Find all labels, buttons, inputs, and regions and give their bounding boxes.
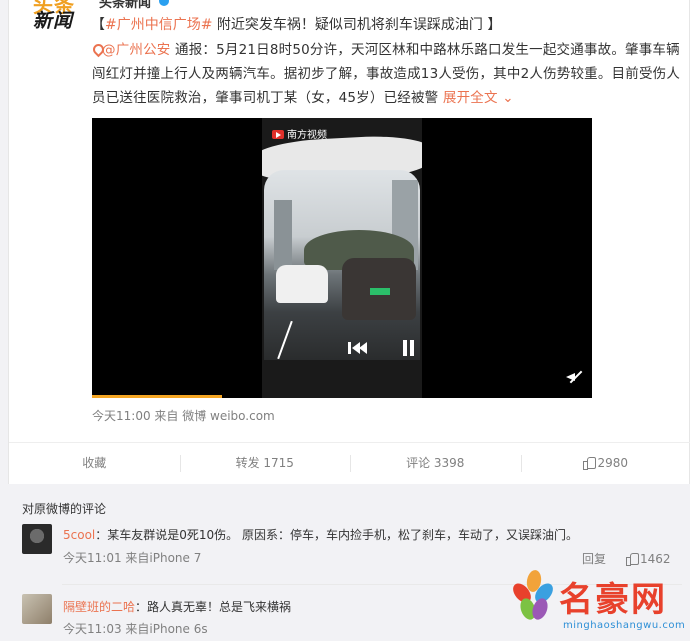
comment-like-button[interactable]: 1462 [626, 552, 671, 566]
comment-line: 5cool：某车友群说是0死10伤。 原因系：停车，车内捡手机，松了刹车，车动了… [63, 526, 578, 543]
comment-meta: 今天11:01 来自iPhone 7 [63, 551, 202, 565]
watermark-url: minghaoshangwu.com [563, 620, 686, 631]
mute-icon[interactable] [566, 370, 582, 384]
previous-icon[interactable] [348, 340, 368, 356]
logo-line2: 新闻 [33, 10, 74, 32]
collect-button[interactable]: 收藏 [9, 443, 180, 484]
license-plate [370, 288, 390, 295]
topic-link[interactable]: #广州中信广场# [105, 17, 212, 33]
white-car [276, 265, 328, 303]
author-name[interactable]: 头条新闻 [99, 0, 151, 11]
avatar[interactable] [22, 594, 52, 624]
video-brand: 南方视频 [272, 126, 327, 141]
location-pin-icon [92, 43, 101, 54]
comment-user[interactable]: 5cool [63, 528, 95, 542]
post-headline: 【#广州中信广场# 附近突发车祸！疑似司机将刹车误踩成油门 】 [91, 14, 501, 34]
expand-full-text-link[interactable]: 展开全文 ⌄ [443, 90, 514, 106]
road-line [277, 320, 293, 360]
comment-line: 隔壁班的二哈：路人真无辜！总是飞来横祸 [63, 598, 291, 615]
headline-close: 】 [482, 17, 502, 33]
watermark: 名豪网 minghaoshangwu.com [509, 566, 689, 640]
chevron-down-icon: ⌄ [497, 90, 514, 106]
thumbs-up-icon [583, 456, 597, 470]
headline-text: 附近突发车祸！疑似司机将刹车误踩成油门 [212, 17, 483, 33]
avatar[interactable] [22, 524, 52, 554]
building [274, 200, 292, 270]
watermark-title: 名豪网 [559, 580, 667, 620]
video-player[interactable]: 南方视频 [92, 118, 592, 398]
play-logo-icon [272, 130, 284, 139]
video-progress-bar[interactable] [92, 395, 222, 398]
toutiao-news-logo[interactable]: 头条 新闻 [31, 0, 79, 38]
comment-meta: 今天11:03 来自iPhone 6s [63, 622, 208, 636]
flower-logo-icon [509, 568, 557, 628]
comment-button[interactable]: 评论 3398 [350, 443, 521, 484]
post-body: @广州公安 通报：5月21日8时50分许，天河区林和中路林乐路口发生一起交通事故… [92, 38, 687, 110]
repost-button[interactable]: 转发 1715 [179, 443, 351, 484]
video-scene [264, 170, 420, 360]
comment-text: ：某车友群说是0死10伤。 原因系：停车，车内捡手机，松了刹车，车动了，又误踩油… [95, 528, 578, 542]
reply-button[interactable]: 回复 [582, 550, 606, 567]
post-body-text: 通报：5月21日8时50分许，天河区林和中路林乐路口发生一起交通事故。肇事车辆闯… [92, 42, 681, 106]
comment-user[interactable]: 隔壁班的二哈 [63, 600, 135, 614]
verified-icon [159, 0, 169, 6]
like-button[interactable]: 2980 [520, 443, 690, 484]
thumbs-up-icon [626, 552, 639, 566]
headline-open: 【 [91, 17, 105, 33]
post-meta: 今天11:00 来自 微博 weibo.com [92, 409, 275, 423]
comments-header: 对原微博的评论 [22, 502, 107, 516]
pause-icon[interactable] [402, 340, 416, 356]
video-frame [262, 118, 422, 398]
weibo-card: 头条 新闻 头条新闻 【#广州中信广场# 附近突发车祸！疑似司机将刹车误踩成油门… [8, 0, 690, 484]
comment-text: ：路人真无辜！总是飞来横祸 [135, 600, 292, 614]
dark-car [342, 258, 416, 320]
action-bar: 收藏 转发 1715 评论 3398 2980 [9, 442, 690, 484]
mention-link[interactable]: @广州公安 [92, 42, 171, 58]
